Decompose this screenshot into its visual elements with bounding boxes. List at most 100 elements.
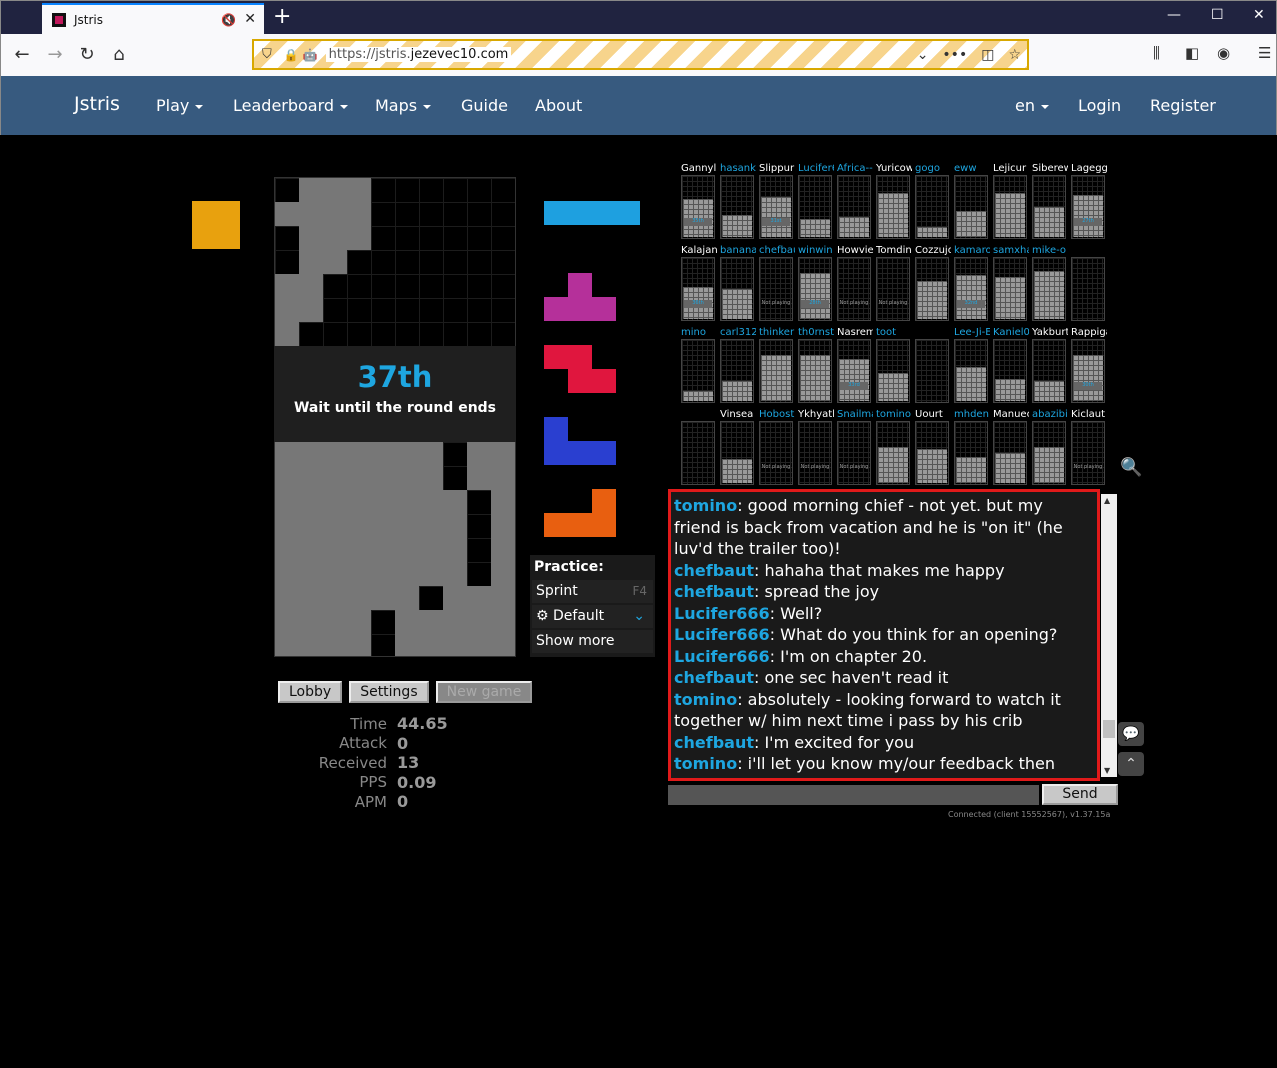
chevron-up-icon[interactable]: ⌃ bbox=[1118, 752, 1144, 776]
mute-tab-icon[interactable]: 🔇 bbox=[221, 13, 236, 27]
board-cell bbox=[395, 490, 419, 514]
bookmark-star-icon[interactable]: ☆ bbox=[1008, 47, 1021, 63]
board-cell bbox=[299, 178, 323, 202]
spectator-mini-board bbox=[876, 175, 910, 239]
board-cell bbox=[299, 586, 323, 610]
piece-block bbox=[592, 489, 616, 513]
spectator-mini-board bbox=[837, 175, 871, 239]
spectator-mini-board bbox=[915, 421, 949, 485]
zoom-icon[interactable]: 🔍 bbox=[1120, 457, 1142, 478]
home-icon[interactable]: ⌂ bbox=[107, 43, 131, 67]
chat-input[interactable] bbox=[668, 785, 1039, 805]
spectator-mini-board: Not playing bbox=[798, 421, 832, 485]
nav-register[interactable]: Register bbox=[1150, 96, 1216, 115]
maximize-window-button[interactable]: ☐ bbox=[1211, 7, 1224, 23]
chat-username[interactable]: tomino bbox=[674, 754, 737, 773]
new-game-button[interactable]: New game bbox=[435, 681, 533, 703]
more-actions-icon[interactable]: ••• bbox=[942, 47, 967, 63]
send-button[interactable]: Send bbox=[1042, 784, 1118, 805]
board-cell bbox=[299, 538, 323, 562]
browser-nav-bar: ← → ↻ ⌂ ⛉ 🔒 🤖 https://jstris.jezevec10.c… bbox=[0, 34, 1277, 76]
spectator-garbage bbox=[800, 219, 830, 237]
chat-username[interactable]: tomino bbox=[674, 496, 737, 515]
chat-scroll-thumb[interactable] bbox=[1103, 720, 1115, 738]
browser-tab-jstris[interactable]: Jstris 🔇 ✕ bbox=[42, 3, 264, 35]
spectator-name: th0rnst bbox=[798, 327, 834, 338]
spectator-garbage bbox=[761, 197, 791, 237]
reload-icon[interactable]: ↻ bbox=[75, 43, 99, 67]
library-icon[interactable]: ⫼ bbox=[1153, 44, 1160, 62]
not-playing-label: Not playing bbox=[761, 300, 791, 306]
spectator-mini-board: Not playing bbox=[759, 257, 793, 321]
board-cell bbox=[371, 490, 395, 514]
close-window-button[interactable]: ✕ bbox=[1253, 7, 1265, 23]
url-bar[interactable]: ⛉ 🔒 🤖 https://jstris.jezevec10.com ⌄ •••… bbox=[252, 39, 1029, 70]
shield-icon[interactable]: ⛉ bbox=[262, 47, 272, 62]
nav-maps[interactable]: Maps bbox=[375, 96, 432, 115]
nav-language[interactable]: en bbox=[1015, 96, 1049, 115]
board-cell bbox=[491, 490, 515, 514]
practice-sprint[interactable]: Sprint F4 bbox=[532, 580, 653, 603]
chat-username[interactable]: chefbaut bbox=[674, 582, 754, 601]
nav-guide[interactable]: Guide bbox=[461, 96, 508, 115]
board-cell bbox=[323, 250, 347, 274]
minimize-window-button[interactable]: — bbox=[1167, 7, 1181, 23]
board-cell bbox=[347, 514, 371, 538]
spectator-garbage bbox=[917, 449, 947, 483]
board-cell bbox=[443, 586, 467, 610]
board-cell bbox=[323, 514, 347, 538]
account-icon[interactable]: ◉ bbox=[1217, 44, 1230, 62]
spectator-garbage bbox=[800, 273, 830, 319]
practice-show-more[interactable]: Show more bbox=[532, 630, 653, 653]
nav-leaderboard[interactable]: Leaderboard bbox=[233, 96, 349, 115]
site-brand-link[interactable]: Jstris bbox=[74, 93, 120, 115]
close-tab-icon[interactable]: ✕ bbox=[244, 11, 256, 27]
caret-down-icon bbox=[1040, 104, 1049, 109]
chat-username[interactable]: chefbaut bbox=[674, 668, 754, 687]
scroll-up-icon[interactable]: ▲ bbox=[1104, 496, 1110, 505]
spectator-garbage bbox=[995, 453, 1025, 483]
chat-username[interactable]: chefbaut bbox=[674, 733, 754, 752]
spectator-name: Nasrem bbox=[837, 327, 873, 338]
spectator-mini-board bbox=[954, 175, 988, 239]
spectator-garbage bbox=[917, 227, 947, 237]
spectator-garbage bbox=[839, 217, 869, 237]
new-tab-button[interactable]: + bbox=[273, 4, 291, 29]
menu-icon[interactable]: ☰ bbox=[1258, 44, 1271, 62]
sidebar-icon[interactable]: ◧ bbox=[1185, 44, 1199, 62]
stat-apm: APM 0 bbox=[354, 792, 409, 812]
nav-login[interactable]: Login bbox=[1078, 96, 1121, 115]
back-arrow-icon[interactable]: ← bbox=[10, 43, 34, 67]
pocket-icon[interactable]: ◫ bbox=[981, 47, 994, 63]
board-cell bbox=[275, 514, 299, 538]
lobby-button[interactable]: Lobby bbox=[278, 681, 343, 703]
chat-username[interactable]: Lucifer666 bbox=[674, 625, 770, 644]
board-cell bbox=[347, 610, 371, 634]
chat-username[interactable]: chefbaut bbox=[674, 561, 754, 580]
chat-bubble-icon[interactable]: 💬 bbox=[1118, 722, 1144, 746]
not-playing-label: Not playing bbox=[878, 300, 908, 306]
chat-scrollbar[interactable]: ▲ ▼ bbox=[1101, 494, 1117, 777]
practice-default-select[interactable]: ⚙ Default ⌄ bbox=[532, 605, 653, 628]
board-cell bbox=[347, 562, 371, 586]
nav-about[interactable]: About bbox=[535, 96, 582, 115]
spectator-garbage bbox=[683, 391, 713, 401]
lock-icon[interactable]: 🔒 bbox=[284, 48, 299, 62]
scroll-down-icon[interactable]: ▼ bbox=[1104, 766, 1110, 775]
chat-username[interactable]: Lucifer666 bbox=[674, 647, 770, 666]
nav-play[interactable]: Play bbox=[156, 96, 204, 115]
piece-block bbox=[592, 297, 616, 321]
chat-username[interactable]: Lucifer666 bbox=[674, 604, 770, 623]
chat-username[interactable]: tomino bbox=[674, 690, 737, 709]
spectator-rank: 28th bbox=[801, 300, 829, 308]
board-cell bbox=[323, 610, 347, 634]
spectator-name: Snailma bbox=[837, 409, 873, 420]
settings-button[interactable]: Settings bbox=[349, 681, 429, 703]
board-cell bbox=[395, 442, 419, 466]
chevron-down-icon[interactable]: ⌄ bbox=[917, 47, 929, 63]
connection-status: Connected (client 15552567), v1.37.15a bbox=[948, 810, 1111, 819]
spectator-garbage bbox=[1034, 447, 1064, 483]
spectator-garbage bbox=[761, 355, 791, 401]
url-text[interactable]: https://jstris.jezevec10.com bbox=[325, 47, 512, 62]
forward-arrow-icon[interactable]: → bbox=[43, 43, 67, 67]
